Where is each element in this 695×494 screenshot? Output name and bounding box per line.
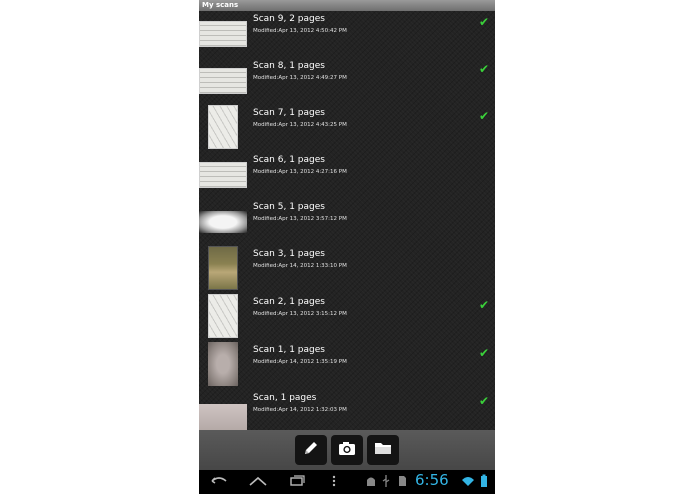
scan-title: Scan 5, 1 pages (253, 202, 325, 212)
scan-row[interactable]: Scan 6, 1 pages Modified:Apr 13, 2012 4:… (199, 152, 495, 199)
system-navigation-bar: 6:56 (199, 470, 495, 494)
pencil-icon (302, 439, 320, 461)
scan-modified: Modified:Apr 13, 2012 4:27:16 PM (253, 169, 347, 175)
scan-title: Scan 7, 1 pages (253, 108, 325, 118)
scan-thumbnail (199, 21, 247, 47)
usb-icon (381, 473, 391, 489)
status-clock: 6:56 (415, 471, 449, 489)
checkmark-icon[interactable]: ✔ (479, 298, 489, 312)
folder-icon (373, 439, 393, 461)
checkmark-icon[interactable]: ✔ (479, 346, 489, 360)
home-button[interactable] (247, 473, 269, 493)
scan-row[interactable]: Scan 7, 1 pages Modified:Apr 13, 2012 4:… (199, 105, 495, 152)
scan-thumbnail (199, 211, 247, 233)
sd-card-icon (397, 473, 407, 489)
app-title: My scans (202, 1, 239, 9)
scan-modified: Modified:Apr 14, 2012 1:33:10 PM (253, 263, 347, 269)
camera-icon (337, 439, 357, 461)
scan-title: Scan 1, 1 pages (253, 345, 325, 355)
scan-modified: Modified:Apr 13, 2012 4:49:27 PM (253, 75, 347, 81)
scan-thumbnail (208, 342, 238, 386)
bottom-toolbar (199, 430, 495, 470)
overflow-menu-icon (331, 473, 337, 493)
scan-modified: Modified:Apr 13, 2012 3:15:12 PM (253, 311, 347, 317)
scan-thumbnail (199, 68, 247, 94)
title-bar: My scans (199, 0, 495, 11)
scan-row[interactable]: Scan 3, 1 pages Modified:Apr 14, 2012 1:… (199, 246, 495, 293)
back-button[interactable] (209, 473, 229, 493)
scan-title: Scan 8, 1 pages (253, 61, 325, 71)
back-icon (209, 473, 229, 493)
scan-modified: Modified:Apr 13, 2012 4:50:42 PM (253, 28, 347, 34)
scan-title: Scan 9, 2 pages (253, 14, 325, 24)
wifi-icon (461, 473, 475, 489)
checkmark-icon[interactable]: ✔ (479, 394, 489, 408)
scan-modified: Modified:Apr 14, 2012 1:35:19 PM (253, 359, 347, 365)
scan-thumbnail (208, 246, 238, 290)
android-debug-icon (365, 473, 377, 489)
scan-row[interactable]: Scan 2, 1 pages Modified:Apr 13, 2012 3:… (199, 294, 495, 341)
scan-row[interactable]: Scan 1, 1 pages Modified:Apr 14, 2012 1:… (199, 342, 495, 389)
scan-title: Scan 3, 1 pages (253, 249, 325, 259)
camera-button[interactable] (331, 435, 363, 465)
recent-apps-icon (287, 473, 307, 493)
scan-row[interactable]: Scan 8, 1 pages Modified:Apr 13, 2012 4:… (199, 58, 495, 105)
scan-thumbnail (199, 404, 247, 430)
scan-thumbnail (208, 105, 238, 149)
scan-modified: Modified:Apr 14, 2012 1:32:03 PM (253, 407, 347, 413)
scan-title: Scan, 1 pages (253, 393, 317, 403)
home-icon (247, 473, 269, 493)
scan-thumbnail (199, 162, 247, 188)
checkmark-icon[interactable]: ✔ (479, 109, 489, 123)
menu-button[interactable] (331, 473, 337, 493)
scan-row[interactable]: Scan 5, 1 pages Modified:Apr 13, 2012 3:… (199, 199, 495, 246)
recent-apps-button[interactable] (287, 473, 307, 493)
battery-icon (480, 473, 488, 489)
checkmark-icon[interactable]: ✔ (479, 62, 489, 76)
folder-button[interactable] (367, 435, 399, 465)
scan-list[interactable]: Scan 9, 2 pages Modified:Apr 13, 2012 4:… (199, 11, 495, 430)
device-screen: My scans Scan 9, 2 pages Modified:Apr 13… (199, 0, 495, 494)
scan-title: Scan 6, 1 pages (253, 155, 325, 165)
scan-title: Scan 2, 1 pages (253, 297, 325, 307)
scan-row[interactable]: Scan 9, 2 pages Modified:Apr 13, 2012 4:… (199, 11, 495, 58)
edit-button[interactable] (295, 435, 327, 465)
scan-thumbnail (208, 294, 238, 338)
scan-row[interactable]: Scan, 1 pages Modified:Apr 14, 2012 1:32… (199, 390, 495, 430)
scan-modified: Modified:Apr 13, 2012 4:43:25 PM (253, 122, 347, 128)
checkmark-icon[interactable]: ✔ (479, 15, 489, 29)
scan-modified: Modified:Apr 13, 2012 3:57:12 PM (253, 216, 347, 222)
